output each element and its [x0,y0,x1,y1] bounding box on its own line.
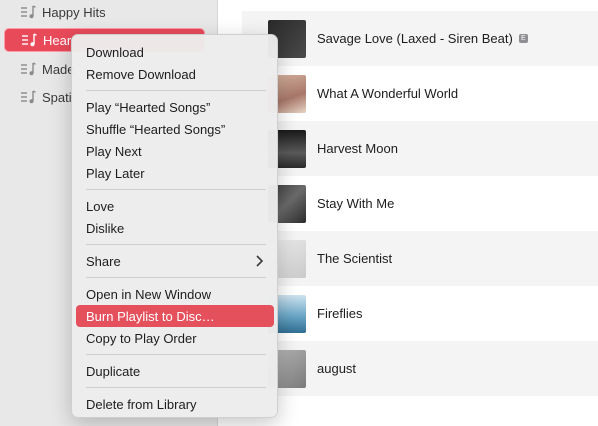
menu-item-play-next[interactable]: Play Next [76,140,274,162]
menu-item-burn-playlist[interactable]: Burn Playlist to Disc… [76,305,274,327]
menu-item-play[interactable]: Play “Hearted Songs” [76,96,274,118]
sidebar-item-happy-hits[interactable]: Happy Hits [4,0,205,24]
menu-item-remove-download[interactable]: Remove Download [76,63,274,85]
playlist-icon [20,61,36,77]
track-title: The Scientist [317,251,393,266]
sidebar-item-label: Spati [42,89,72,105]
menu-item-delete-from-library[interactable]: Delete from Library [76,393,274,415]
track-title: Stay With Me [317,196,395,211]
menu-item-share[interactable]: Share [76,250,274,272]
menu-item-love[interactable]: Love [76,195,274,217]
track-title: Fireflies [317,306,363,321]
track-title: august [317,361,357,376]
track-row[interactable]: Fireflies [242,286,598,341]
menu-item-duplicate[interactable]: Duplicate [76,360,274,382]
track-row[interactable]: Harvest Moon [242,121,598,176]
menu-item-share-label: Share [86,253,121,269]
playlist-icon [20,4,36,20]
menu-item-play-later[interactable]: Play Later [76,162,274,184]
explicit-badge: E [518,34,528,43]
track-row[interactable]: Stay With Me [242,176,598,231]
sidebar-item-label: Happy Hits [42,4,106,20]
sidebar-item-label: Hear [43,32,72,48]
track-title: Harvest Moon [317,141,398,156]
track-row[interactable]: august [242,341,598,396]
menu-separator [86,189,266,190]
menu-item-shuffle[interactable]: Shuffle “Hearted Songs” [76,118,274,140]
menu-separator [86,90,266,91]
playlist-icon [20,89,36,105]
menu-separator [86,387,266,388]
menu-item-open-new-window[interactable]: Open in New Window [76,283,274,305]
track-row[interactable]: The Scientist [242,231,598,286]
track-row[interactable]: Savage Love (Laxed - Siren Beat) E [242,11,598,66]
menu-item-dislike[interactable]: Dislike [76,217,274,239]
menu-separator [86,277,266,278]
menu-item-download[interactable]: Download [76,41,274,63]
track-title: What A Wonderful World [317,86,459,101]
chevron-right-icon [254,254,264,268]
track-title: Savage Love (Laxed - Siren Beat) [317,31,513,46]
playlist-icon [21,32,37,48]
menu-item-copy-play-order[interactable]: Copy to Play Order [76,327,274,349]
track-row[interactable]: What A Wonderful World [242,66,598,121]
sidebar-item-label: Made [42,61,75,77]
menu-separator [86,354,266,355]
menu-separator [86,244,266,245]
context-menu: Download Remove Download Play “Hearted S… [71,34,278,418]
